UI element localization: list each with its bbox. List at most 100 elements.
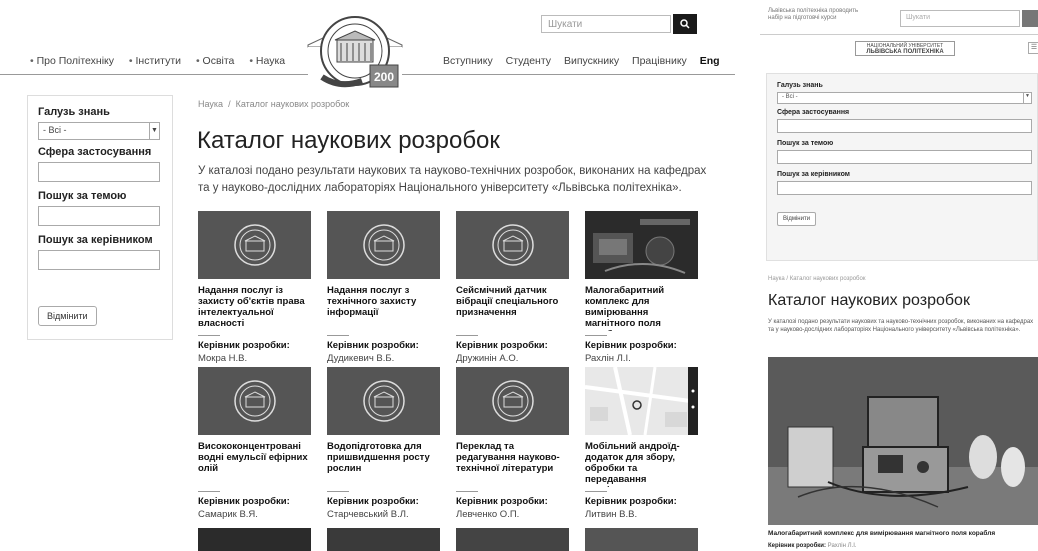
mobile-breadcrumb-sep: /: [786, 276, 789, 282]
mobile-breadcrumb: Наука / Каталог наукових розробок: [768, 276, 865, 282]
field-select[interactable]: - Всі - ▼: [38, 122, 160, 140]
card[interactable]: Сейсмічний датчик вібрації спеціального …: [456, 211, 571, 364]
mobile-logo-line2: ЛЬВІВСЬКА ПОЛІТЕХНІКА: [866, 49, 944, 55]
mobile-search-button[interactable]: [1022, 10, 1038, 27]
breadcrumb-current: Каталог наукових розробок: [235, 99, 350, 109]
card-supervisor-label: Керівник розробки:: [327, 340, 419, 351]
search-icon: [680, 19, 690, 29]
card-title[interactable]: Надання послуг із захисту об'єктів права…: [198, 285, 313, 331]
mobile-featured-title[interactable]: Малогабаритний комплекс для вимірювання …: [768, 530, 995, 537]
main-nav: Про Політехніку Інститути Освіта Наука: [30, 55, 297, 67]
mobile-logo[interactable]: НАЦІОНАЛЬНИЙ УНІВЕРСИТЕТ ЛЬВІВСЬКА ПОЛІТ…: [855, 41, 955, 56]
card-thumbnail-partial[interactable]: [585, 528, 698, 551]
card-title[interactable]: Висококонцентровані водні емульсії ефірн…: [198, 441, 313, 487]
card-title[interactable]: Мобільний андроїд-додаток для збору, обр…: [585, 441, 700, 487]
nav-graduate[interactable]: Випускнику: [564, 55, 619, 67]
university-seal-icon: [233, 224, 276, 266]
filter-panel: Галузь знань - Всі - ▼ Сфера застосуванн…: [27, 95, 173, 340]
search-button[interactable]: [673, 14, 697, 34]
announcement-text[interactable]: Львівська політехніка проводить набір на…: [768, 8, 868, 22]
university-seal-icon: [362, 380, 405, 422]
card[interactable]: Висококонцентровані водні емульсії ефірн…: [198, 367, 313, 520]
university-seal-icon: [491, 380, 534, 422]
breadcrumb-root[interactable]: Наука: [198, 99, 223, 109]
card-thumbnail[interactable]: [198, 211, 311, 279]
card[interactable]: Надання послуг із захисту об'єктів права…: [198, 211, 313, 364]
mobile-breadcrumb-current: Каталог наукових розробок: [789, 276, 866, 282]
nav-applicant[interactable]: Вступнику: [443, 55, 493, 67]
card[interactable]: Переклад та редагування науково-технічно…: [456, 367, 571, 520]
reset-button[interactable]: Відмінити: [38, 306, 97, 326]
card-divider: [456, 491, 478, 492]
topic-input[interactable]: [38, 206, 160, 226]
nav-employee[interactable]: Працівнику: [632, 55, 687, 67]
card-title[interactable]: Надання послуг з технічного захисту інфо…: [327, 285, 442, 331]
mobile-supervisor-input[interactable]: [777, 181, 1032, 195]
card[interactable]: Мобільний андроїд-додаток для збору, обр…: [585, 367, 700, 520]
card-supervisor-label: Керівник розробки:: [585, 496, 677, 507]
mobile-page-intro: У каталозі подано результати наукових та…: [768, 319, 1034, 333]
mobile-reset-button[interactable]: Відмінити: [777, 212, 817, 226]
card-title[interactable]: Малогабаритний комплекс для вимірювання …: [585, 285, 700, 331]
mobile-breadcrumb-root[interactable]: Наука: [768, 276, 785, 282]
card-supervisor: Старчевський В.Л.: [327, 509, 409, 520]
card-divider: [327, 491, 349, 492]
supervisor-label: Пошук за керівником: [38, 234, 153, 246]
card-supervisor: Левченко О.П.: [456, 509, 520, 520]
card-supervisor-label: Керівник розробки:: [198, 496, 290, 507]
audience-nav: Вступнику Студенту Випускнику Працівнику…: [443, 55, 730, 67]
card-title[interactable]: Сейсмічний датчик вібрації спеціального …: [456, 285, 571, 331]
card-supervisor-label: Керівник розробки:: [456, 496, 548, 507]
mobile-field-select[interactable]: - Всі - ▼: [777, 92, 1032, 104]
card-title[interactable]: Переклад та редагування науково-технічно…: [456, 441, 571, 487]
card-thumbnail-photo[interactable]: [585, 211, 698, 279]
card-thumbnail[interactable]: [456, 367, 569, 435]
card-thumbnail[interactable]: [327, 367, 440, 435]
chevron-down-icon: ▼: [149, 123, 159, 139]
card-supervisor-label: Керівник розробки:: [198, 340, 290, 351]
svg-text:200: 200: [374, 70, 394, 84]
card-thumbnail[interactable]: [327, 211, 440, 279]
scope-input[interactable]: [38, 162, 160, 182]
field-select-value: - Всі -: [43, 125, 67, 135]
card-thumbnail-partial[interactable]: [456, 528, 569, 551]
card-thumbnail-partial[interactable]: [198, 528, 311, 551]
nav-education[interactable]: Освіта: [196, 55, 234, 67]
page-title: Каталог наукових розробок: [197, 127, 500, 154]
card-supervisor: Рахлін Л.І.: [585, 353, 631, 364]
university-seal-icon: [233, 380, 276, 422]
card-supervisor: Литвин В.В.: [585, 509, 638, 520]
mobile-featured-person: Рахлін Л.І.: [827, 543, 857, 549]
nav-institutes[interactable]: Інститути: [129, 55, 181, 67]
mobile-scope-input[interactable]: [777, 119, 1032, 133]
nav-about[interactable]: Про Політехніку: [30, 55, 114, 67]
card-supervisor-label: Керівник розробки:: [585, 340, 677, 351]
hamburger-menu-icon[interactable]: ☰: [1028, 42, 1038, 54]
card-divider: [456, 335, 478, 336]
university-seal-icon: [362, 224, 405, 266]
card-thumbnail[interactable]: [456, 211, 569, 279]
field-label: Галузь знань: [38, 106, 110, 118]
lang-switch[interactable]: Eng: [700, 55, 720, 67]
breadcrumb: Наука / Каталог наукових розробок: [198, 99, 349, 109]
mobile-topic-input[interactable]: [777, 150, 1032, 164]
mobile-search-input[interactable]: Шукати: [900, 10, 1020, 27]
card[interactable]: Малогабаритний комплекс для вимірювання …: [585, 211, 700, 364]
desktop-view: Шукати Про Політехніку Інститути Освіта …: [0, 0, 735, 551]
search-input[interactable]: Шукати: [541, 15, 671, 33]
nav-science[interactable]: Наука: [249, 55, 285, 67]
mobile-featured-supervisor: Керівник розробки: Рахлін Л.І.: [768, 543, 857, 549]
card-supervisor: Дружинін А.О.: [456, 353, 519, 364]
mobile-featured-photo[interactable]: [768, 357, 1038, 525]
card[interactable]: Водопідготовка для пришвидшення росту ро…: [327, 367, 442, 520]
card[interactable]: Надання послуг з технічного захисту інфо…: [327, 211, 442, 364]
supervisor-input[interactable]: [38, 250, 160, 270]
card-thumbnail-partial[interactable]: [327, 528, 440, 551]
card-thumbnail[interactable]: [198, 367, 311, 435]
university-logo[interactable]: 200: [300, 5, 410, 105]
card-divider: [327, 335, 349, 336]
mobile-featured-label: Керівник розробки:: [768, 543, 826, 549]
nav-student[interactable]: Студенту: [506, 55, 551, 67]
card-thumbnail-map[interactable]: [585, 367, 698, 435]
card-title[interactable]: Водопідготовка для пришвидшення росту ро…: [327, 441, 442, 487]
